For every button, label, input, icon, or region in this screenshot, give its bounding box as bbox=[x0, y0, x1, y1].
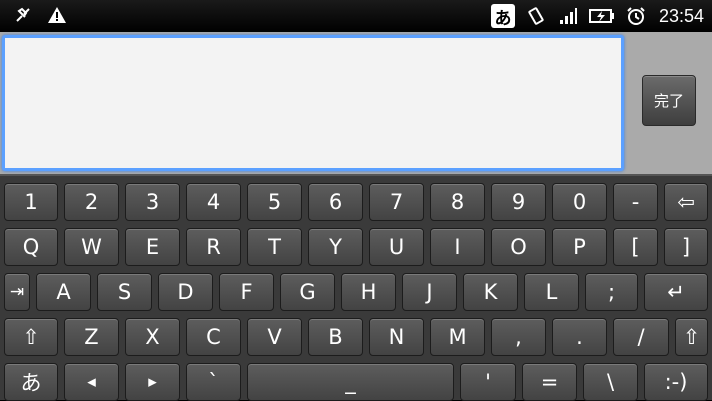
key-m[interactable]: M bbox=[430, 318, 485, 356]
key-o[interactable]: O bbox=[491, 228, 546, 266]
battery-charging-icon bbox=[588, 5, 615, 27]
key-s[interactable]: S bbox=[97, 273, 152, 311]
warning-icon bbox=[46, 4, 68, 26]
key-i[interactable]: I bbox=[430, 228, 485, 266]
key-a[interactable]: A bbox=[36, 273, 91, 311]
shift-key-right[interactable]: ⇧ bbox=[675, 318, 708, 356]
key-comma[interactable]: , bbox=[491, 318, 546, 356]
key-right-bracket[interactable]: ] bbox=[664, 228, 708, 266]
key-0[interactable]: 0 bbox=[552, 183, 607, 221]
signal-icon bbox=[557, 5, 579, 27]
key-1[interactable]: 1 bbox=[4, 183, 58, 221]
backspace-key[interactable]: ⇦ bbox=[664, 183, 708, 221]
key-g[interactable]: G bbox=[280, 273, 335, 311]
key-2[interactable]: 2 bbox=[64, 183, 119, 221]
key-q[interactable]: Q bbox=[4, 228, 58, 266]
soft-keyboard: 1 2 3 4 5 6 7 8 9 0 - ⇦ Q W E R T Y U I … bbox=[0, 174, 712, 401]
emoticon-key[interactable]: :-) bbox=[644, 363, 708, 401]
key-backtick[interactable]: ` bbox=[186, 363, 241, 401]
key-j[interactable]: J bbox=[402, 273, 457, 311]
key-backslash[interactable]: \ bbox=[583, 363, 638, 401]
tab-key[interactable]: ⇥ bbox=[4, 273, 30, 311]
key-4[interactable]: 4 bbox=[186, 183, 241, 221]
enter-key[interactable]: ↵ bbox=[644, 273, 708, 311]
key-slash[interactable]: / bbox=[613, 318, 669, 356]
key-b[interactable]: B bbox=[308, 318, 363, 356]
key-u[interactable]: U bbox=[369, 228, 424, 266]
cursor-left-key[interactable]: ◂ bbox=[64, 363, 119, 401]
key-equals[interactable]: = bbox=[522, 363, 577, 401]
key-z[interactable]: Z bbox=[64, 318, 119, 356]
key-x[interactable]: X bbox=[125, 318, 180, 356]
key-3[interactable]: 3 bbox=[125, 183, 180, 221]
key-e[interactable]: E bbox=[125, 228, 180, 266]
vibrate-icon bbox=[525, 5, 547, 27]
done-button[interactable]: 完了 bbox=[642, 75, 696, 126]
shift-key-left[interactable]: ⇧ bbox=[4, 318, 58, 356]
key-w[interactable]: W bbox=[64, 228, 119, 266]
key-6[interactable]: 6 bbox=[308, 183, 363, 221]
key-left-bracket[interactable]: [ bbox=[613, 228, 658, 266]
clock: 23:54 bbox=[658, 5, 704, 26]
key-d[interactable]: D bbox=[158, 273, 213, 311]
key-p[interactable]: P bbox=[552, 228, 607, 266]
status-bar: あ 23:54 bbox=[0, 0, 712, 32]
key-n[interactable]: N bbox=[369, 318, 424, 356]
key-t[interactable]: T bbox=[247, 228, 302, 266]
key-k[interactable]: K bbox=[463, 273, 518, 311]
key-c[interactable]: C bbox=[186, 318, 241, 356]
key-r[interactable]: R bbox=[186, 228, 241, 266]
key-period[interactable]: . bbox=[552, 318, 607, 356]
space-key[interactable]: _ bbox=[247, 363, 454, 401]
key-v[interactable]: V bbox=[247, 318, 302, 356]
cursor-right-key[interactable]: ▸ bbox=[125, 363, 180, 401]
key-f[interactable]: F bbox=[219, 273, 274, 311]
ime-indicator: あ bbox=[490, 4, 515, 29]
edit-area: 完了 bbox=[0, 32, 712, 174]
key-apostrophe[interactable]: ' bbox=[460, 363, 516, 401]
key-h[interactable]: H bbox=[341, 273, 396, 311]
usb-debug-icon bbox=[12, 4, 34, 26]
key-y[interactable]: Y bbox=[308, 228, 363, 266]
ime-switch-key[interactable]: あ bbox=[4, 363, 58, 401]
text-input-field[interactable] bbox=[2, 35, 624, 171]
key-8[interactable]: 8 bbox=[430, 183, 485, 221]
key-l[interactable]: L bbox=[524, 273, 579, 311]
key-5[interactable]: 5 bbox=[247, 183, 302, 221]
key-9[interactable]: 9 bbox=[491, 183, 546, 221]
key-semicolon[interactable]: ; bbox=[585, 273, 638, 311]
key-7[interactable]: 7 bbox=[369, 183, 424, 221]
key-minus[interactable]: - bbox=[613, 183, 658, 221]
alarm-icon bbox=[625, 5, 647, 27]
